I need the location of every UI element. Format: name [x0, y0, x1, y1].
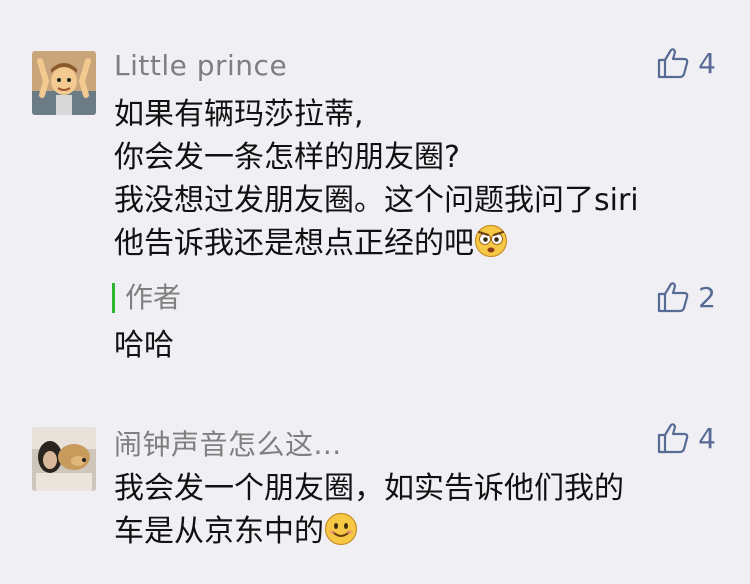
- comment-line-with-emoji: 他告诉我还是想点正经的吧: [114, 222, 714, 265]
- comment-line: 我没想过发朋友圈。这个问题我问了siri: [114, 183, 639, 218]
- angry-eyes-emoji: [474, 224, 508, 258]
- like-count: 2: [698, 280, 716, 314]
- avatar[interactable]: [32, 51, 96, 115]
- comment-line: 如果有辆玛莎拉蒂,: [114, 97, 364, 132]
- reply-author-label[interactable]: 作者: [112, 283, 181, 313]
- comment-line: 我会发一个朋友圈，如实告诉他们我的: [114, 471, 624, 506]
- cartoon-avatar-image: [32, 51, 96, 115]
- comment-line: 他告诉我还是想点正经的吧: [114, 226, 474, 261]
- comment-username[interactable]: Little prince: [114, 49, 287, 82]
- like-button[interactable]: 4: [656, 421, 716, 455]
- like-button[interactable]: 4: [656, 46, 716, 80]
- reply-like-button[interactable]: 2: [656, 280, 716, 314]
- comment-text: 如果有辆玛莎拉蒂, 你会发一条怎样的朋友圈? 我没想过发朋友圈。这个问题我问了s…: [114, 93, 714, 265]
- like-count: 4: [698, 46, 716, 80]
- comment-line: 车是从京东中的: [114, 514, 324, 549]
- comment-line-with-emoji: 车是从京东中的: [114, 510, 714, 553]
- comment-username[interactable]: 闹钟声音怎么这...: [114, 423, 342, 463]
- thumbs-up-icon: [656, 280, 690, 314]
- like-count: 4: [698, 421, 716, 455]
- thumbs-up-icon: [656, 46, 690, 80]
- comment-text: 我会发一个朋友圈，如实告诉他们我的 车是从京东中的: [114, 467, 714, 553]
- thumbs-up-icon: [656, 421, 690, 455]
- smile-emoji: [324, 512, 358, 546]
- avatar[interactable]: [32, 427, 96, 491]
- person-with-dog-avatar-image: [32, 427, 96, 491]
- comment-line: 你会发一条怎样的朋友圈?: [114, 140, 460, 175]
- reply-text: 哈哈: [114, 328, 174, 363]
